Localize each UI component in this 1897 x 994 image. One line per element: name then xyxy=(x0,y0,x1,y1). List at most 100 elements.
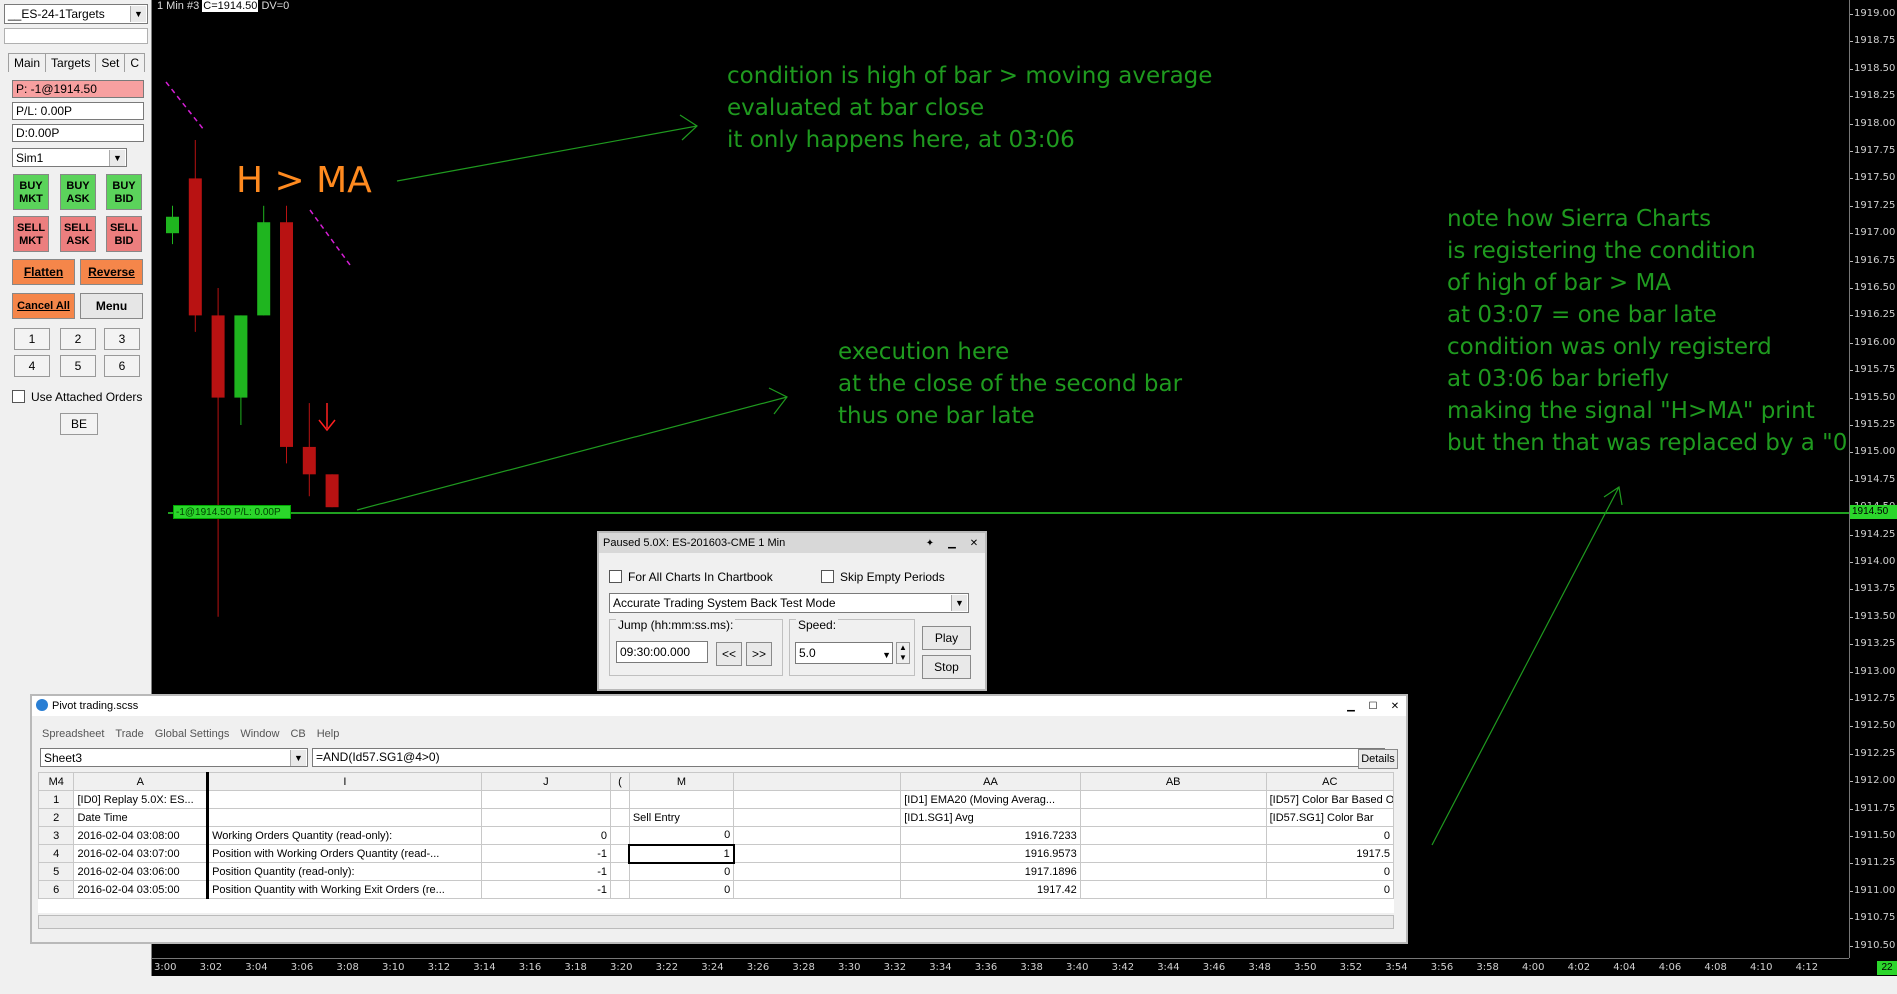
menu-window[interactable]: Window xyxy=(240,728,279,740)
spreadsheet-grid[interactable]: M4 A I J ( M AA AB AC 1 [ID0] Replay 5.0… xyxy=(38,772,1394,913)
cell[interactable]: 1916.9573 xyxy=(900,844,1081,863)
cell[interactable]: [ID1.SG1] Avg xyxy=(900,808,1081,827)
for-all-charts-option[interactable]: For All Charts In Chartbook xyxy=(609,570,773,584)
cell[interactable]: [ID1] EMA20 (Moving Averag... xyxy=(900,790,1081,809)
close-icon[interactable]: ✕ xyxy=(963,535,985,553)
menu-help[interactable]: Help xyxy=(317,728,340,740)
cell[interactable]: -1 xyxy=(480,844,612,863)
cell[interactable] xyxy=(207,790,482,809)
cell[interactable]: [ID57.SG1] Color Bar xyxy=(1265,808,1394,827)
cell[interactable] xyxy=(610,862,630,881)
cell[interactable] xyxy=(207,808,482,827)
formula-bar[interactable]: =AND(Id57.SG1@4>0) xyxy=(312,748,1385,767)
row-header[interactable]: 3 xyxy=(38,826,75,845)
candle-body[interactable] xyxy=(325,474,339,508)
cell[interactable] xyxy=(610,844,630,863)
cell[interactable] xyxy=(733,862,902,881)
skip-empty-option[interactable]: Skip Empty Periods xyxy=(821,570,945,584)
cell[interactable]: -1 xyxy=(480,862,612,881)
candle-body[interactable] xyxy=(234,315,248,398)
cell[interactable] xyxy=(610,826,630,845)
cell[interactable]: 0 xyxy=(1265,862,1394,881)
cell[interactable]: 0 xyxy=(480,826,612,845)
buy-market-button[interactable]: BUY MKT xyxy=(13,174,49,210)
column-header[interactable]: J xyxy=(480,772,612,791)
speed-input[interactable]: 5.0 ▼ xyxy=(795,642,893,664)
cell[interactable]: 2016-02-04 03:08:00 xyxy=(73,826,210,845)
cell[interactable] xyxy=(1079,826,1267,845)
qty-button-6[interactable]: 6 xyxy=(104,355,140,377)
menu-button[interactable]: Menu xyxy=(80,293,143,319)
sheet-select[interactable]: Sheet3 ▼ xyxy=(40,748,308,767)
speed-spinner[interactable]: ▲ ▼ xyxy=(896,642,910,664)
cell[interactable] xyxy=(1079,880,1267,899)
column-header[interactable]: ( xyxy=(610,772,630,791)
cell[interactable] xyxy=(1079,844,1267,863)
sell-market-button[interactable]: SELL MKT xyxy=(13,216,49,252)
jump-time-input[interactable]: 09:30:00.000 xyxy=(616,641,708,663)
column-header[interactable]: I xyxy=(207,772,482,791)
tab-c[interactable]: C xyxy=(124,53,146,72)
cell[interactable] xyxy=(610,790,630,809)
qty-button-1[interactable]: 1 xyxy=(14,328,50,350)
cell[interactable] xyxy=(733,826,902,845)
menu-cb[interactable]: CB xyxy=(290,728,305,740)
cell[interactable] xyxy=(628,790,735,809)
candle-body[interactable] xyxy=(188,178,202,316)
cell[interactable] xyxy=(610,808,630,827)
row-header[interactable]: 4 xyxy=(38,844,75,863)
symbol-edit[interactable] xyxy=(4,28,148,44)
cell[interactable]: [ID57] Color Bar Based On Alert Conditio… xyxy=(1265,790,1394,809)
cell[interactable] xyxy=(733,844,902,863)
tab-set[interactable]: Set xyxy=(95,53,126,72)
spreadsheet-titlebar[interactable]: Pivot trading.scss ▁ ☐ ✕ xyxy=(32,696,1406,716)
cell[interactable]: 1917.5 xyxy=(1265,844,1394,863)
play-button[interactable]: Play xyxy=(922,626,971,650)
cell[interactable] xyxy=(610,880,630,899)
cell[interactable]: 0 xyxy=(628,826,735,845)
cell[interactable]: 0 xyxy=(1265,880,1394,899)
time-axis[interactable]: 3:00 3:02 3:04 3:06 3:08 3:10 3:12 3:14 3:16 3:18… xyxy=(152,958,1849,976)
symbol-select[interactable]: __ES-24-1Targets ▼ xyxy=(4,4,148,24)
sell-bid-button[interactable]: SELL BID xyxy=(106,216,142,252)
cell[interactable]: Sell Entry xyxy=(628,808,735,827)
column-header[interactable]: M xyxy=(628,772,735,791)
cell[interactable]: 0 xyxy=(1265,826,1394,845)
menu-global-settings[interactable]: Global Settings xyxy=(155,728,230,740)
horizontal-scrollbar[interactable] xyxy=(38,915,1394,929)
cell[interactable]: 2016-02-04 03:05:00 xyxy=(73,880,210,899)
replay-mode-select[interactable]: Accurate Trading System Back Test Mode ▼ xyxy=(609,593,969,613)
buy-ask-button[interactable]: BUY ASK xyxy=(60,174,96,210)
cell[interactable]: -1 xyxy=(480,880,612,899)
cell[interactable]: 2016-02-04 03:06:00 xyxy=(73,862,210,881)
close-icon[interactable]: ✕ xyxy=(1384,698,1406,716)
cell[interactable] xyxy=(1079,808,1267,827)
be-button[interactable]: BE xyxy=(60,413,98,435)
row-header[interactable]: 2 xyxy=(38,808,75,827)
selected-cell[interactable]: 1 xyxy=(628,843,735,864)
minimize-icon[interactable]: ▁ xyxy=(1340,698,1362,716)
qty-button-2[interactable]: 2 xyxy=(60,328,96,350)
cell[interactable]: 0 xyxy=(628,880,735,899)
minimize-icon[interactable]: ▁ xyxy=(941,535,963,553)
use-attached-orders-checkbox[interactable] xyxy=(12,390,25,403)
cell[interactable]: Position Quantity (read-only): xyxy=(207,862,482,881)
row-header[interactable]: 6 xyxy=(38,880,75,899)
jump-forward-button[interactable]: >> xyxy=(746,642,772,666)
cell[interactable]: 1917.1896 xyxy=(900,862,1081,881)
price-axis[interactable]: 1919.00 1918.75 1918.50 1918.25 1918.00 1917.… xyxy=(1849,0,1897,958)
candle-body[interactable] xyxy=(302,446,316,475)
column-header[interactable]: A xyxy=(73,772,210,791)
stop-button[interactable]: Stop xyxy=(922,655,971,679)
column-header[interactable]: AB xyxy=(1079,772,1267,791)
tab-main[interactable]: Main xyxy=(8,53,47,72)
menu-spreadsheet[interactable]: Spreadsheet xyxy=(42,728,104,740)
candle-body[interactable] xyxy=(280,222,293,447)
row-header[interactable]: 5 xyxy=(38,862,75,881)
cell[interactable]: Position with Working Orders Quantity (r… xyxy=(207,844,482,863)
cell[interactable] xyxy=(480,808,612,827)
cell[interactable] xyxy=(733,790,902,809)
cell[interactable]: 0 xyxy=(628,862,735,881)
qty-button-5[interactable]: 5 xyxy=(60,355,96,377)
reverse-button[interactable]: Reverse xyxy=(80,259,143,285)
